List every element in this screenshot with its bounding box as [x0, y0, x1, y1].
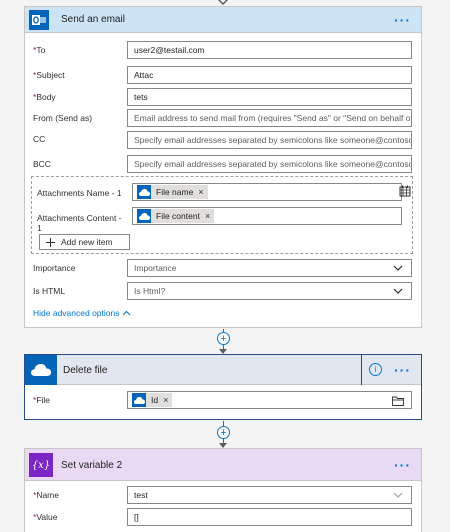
from-label: From (Send as): [33, 113, 93, 123]
id-token[interactable]: Id ×: [132, 393, 173, 407]
value-field[interactable]: []: [127, 508, 412, 526]
file-name-token[interactable]: File name ×: [137, 185, 208, 199]
subject-field[interactable]: Attac: [127, 66, 412, 84]
header-divider: [361, 355, 362, 385]
calendar-table-icon[interactable]: [399, 185, 411, 199]
info-icon[interactable]: i: [369, 363, 382, 376]
name-dropdown[interactable]: test: [127, 486, 412, 504]
send-email-title: Send an email: [61, 14, 125, 25]
name-label: *Name: [33, 490, 59, 500]
to-field[interactable]: user2@testail.com: [127, 41, 412, 59]
insert-step-plus-icon[interactable]: +: [217, 332, 230, 345]
file-content-token[interactable]: File content ×: [137, 209, 215, 223]
bcc-label: BCC: [33, 159, 51, 169]
plus-icon: [46, 237, 55, 247]
send-email-header[interactable]: Send an email ···: [25, 7, 421, 33]
is-html-dropdown[interactable]: Is Html?: [127, 282, 412, 300]
folder-icon[interactable]: [392, 396, 404, 406]
onedrive-icon: [132, 393, 146, 407]
value-label: *Value: [33, 512, 58, 522]
delete-file-more-button[interactable]: ···: [394, 363, 411, 377]
remove-token-icon[interactable]: ×: [163, 395, 168, 405]
attachments-content-field[interactable]: File content ×: [132, 207, 402, 225]
remove-token-icon[interactable]: ×: [205, 211, 210, 221]
outlook-icon: [29, 10, 49, 30]
chevron-down-icon: [393, 492, 403, 498]
onedrive-icon: [137, 185, 151, 199]
cc-field[interactable]: Specify email addresses separated by sem…: [127, 131, 412, 149]
attachments-group: Attachments Name - 1 File name × Attachm…: [31, 176, 413, 254]
hide-advanced-options-link[interactable]: Hide advanced options: [33, 308, 131, 318]
add-new-item-button[interactable]: Add new item: [39, 234, 130, 250]
set-variable-more-button[interactable]: ···: [394, 458, 411, 472]
file-label: *File: [33, 395, 51, 405]
attachments-name-label: Attachments Name - 1: [37, 188, 122, 198]
chevron-up-icon: [123, 310, 131, 315]
subject-label: *Subject: [33, 70, 65, 80]
attachments-name-field[interactable]: File name ×: [132, 183, 402, 201]
cc-label: CC: [33, 134, 46, 144]
set-variable-title: Set variable 2: [61, 460, 123, 471]
set-variable-card: {x} Set variable 2 ··· *Name test *Value…: [24, 448, 422, 532]
onedrive-icon: [137, 209, 151, 223]
set-variable-header[interactable]: {x} Set variable 2 ···: [25, 449, 421, 481]
from-field[interactable]: Email address to send mail from (require…: [127, 109, 412, 127]
body-label: *Body: [33, 92, 56, 102]
delete-file-header[interactable]: Delete file i ···: [25, 355, 421, 385]
chevron-down-icon: [393, 288, 403, 294]
onedrive-icon: [25, 355, 57, 385]
file-field[interactable]: Id ×: [127, 391, 412, 409]
variable-icon: {x}: [29, 453, 53, 477]
add-new-item-label: Add new item: [61, 237, 113, 247]
insert-step-plus-icon[interactable]: +: [217, 426, 230, 439]
importance-label: Importance: [33, 263, 76, 273]
attachments-content-label: Attachments Content -1: [37, 213, 122, 233]
to-label: *To: [33, 45, 46, 55]
delete-file-title: Delete file: [63, 365, 108, 376]
body-field[interactable]: tets: [127, 88, 412, 106]
importance-dropdown[interactable]: Importance: [127, 259, 412, 277]
is-html-label: Is HTML: [33, 286, 66, 296]
delete-file-card: Delete file i ··· *File Id ×: [24, 354, 422, 420]
send-email-card: Send an email ··· *To user2@testail.com …: [24, 6, 422, 328]
bcc-field[interactable]: Specify email addresses separated by sem…: [127, 155, 412, 173]
remove-token-icon[interactable]: ×: [198, 187, 203, 197]
send-email-more-button[interactable]: ···: [394, 13, 411, 27]
chevron-down-icon: [393, 265, 403, 271]
